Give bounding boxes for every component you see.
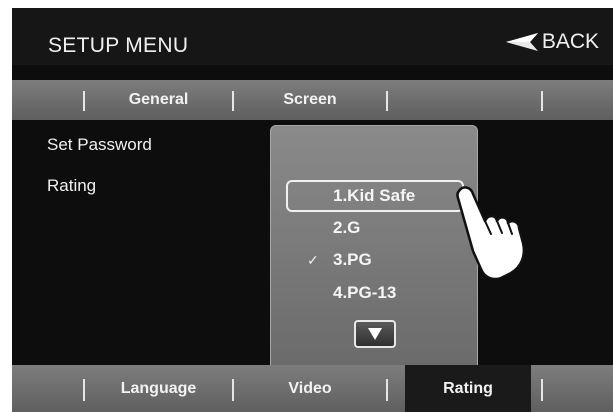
scroll-down-button[interactable]	[354, 320, 396, 348]
tab-video[interactable]: Video	[234, 365, 386, 412]
tab-rating[interactable]: Rating	[405, 365, 531, 412]
set-password-item[interactable]: Set Password	[47, 135, 152, 155]
triangle-down-icon	[368, 328, 382, 340]
back-label: BACK	[541, 30, 599, 53]
tab-general[interactable]: General	[85, 80, 232, 120]
rating-dropdown: 1.Kid Safe 2.G ✓ 3.PG 4.PG-13	[270, 125, 478, 365]
rating-option-label: 1.Kid Safe	[333, 186, 416, 205]
tab-separator	[541, 91, 543, 111]
rating-item[interactable]: Rating	[47, 176, 96, 196]
rating-option-kid-safe[interactable]: 1.Kid Safe	[271, 180, 479, 212]
rating-option-pg[interactable]: ✓ 3.PG	[271, 246, 479, 276]
top-tab-bar: General Screen	[12, 80, 613, 120]
rating-option-g[interactable]: 2.G	[271, 214, 479, 244]
rating-option-label: 4.PG-13	[333, 283, 397, 302]
tab-separator	[541, 379, 543, 401]
setup-screen: SETUP MENU BACK General Screen Set Passw…	[12, 8, 613, 412]
tab-separator	[386, 379, 388, 401]
tab-screen[interactable]: Screen	[234, 80, 386, 120]
back-arrow-icon	[505, 33, 538, 51]
rating-option-label: 2.G	[333, 218, 361, 237]
tab-language[interactable]: Language	[85, 365, 232, 412]
header-bar: SETUP MENU BACK	[12, 8, 613, 65]
bottom-tab-bar: Language Video Rating	[12, 365, 613, 412]
back-button[interactable]: BACK	[504, 30, 599, 54]
rating-option-pg-13[interactable]: 4.PG-13	[271, 279, 479, 309]
rating-option-label: 3.PG	[333, 250, 372, 269]
tab-separator	[386, 91, 388, 111]
page-title: SETUP MENU	[48, 34, 189, 57]
checkmark-icon: ✓	[307, 252, 319, 268]
